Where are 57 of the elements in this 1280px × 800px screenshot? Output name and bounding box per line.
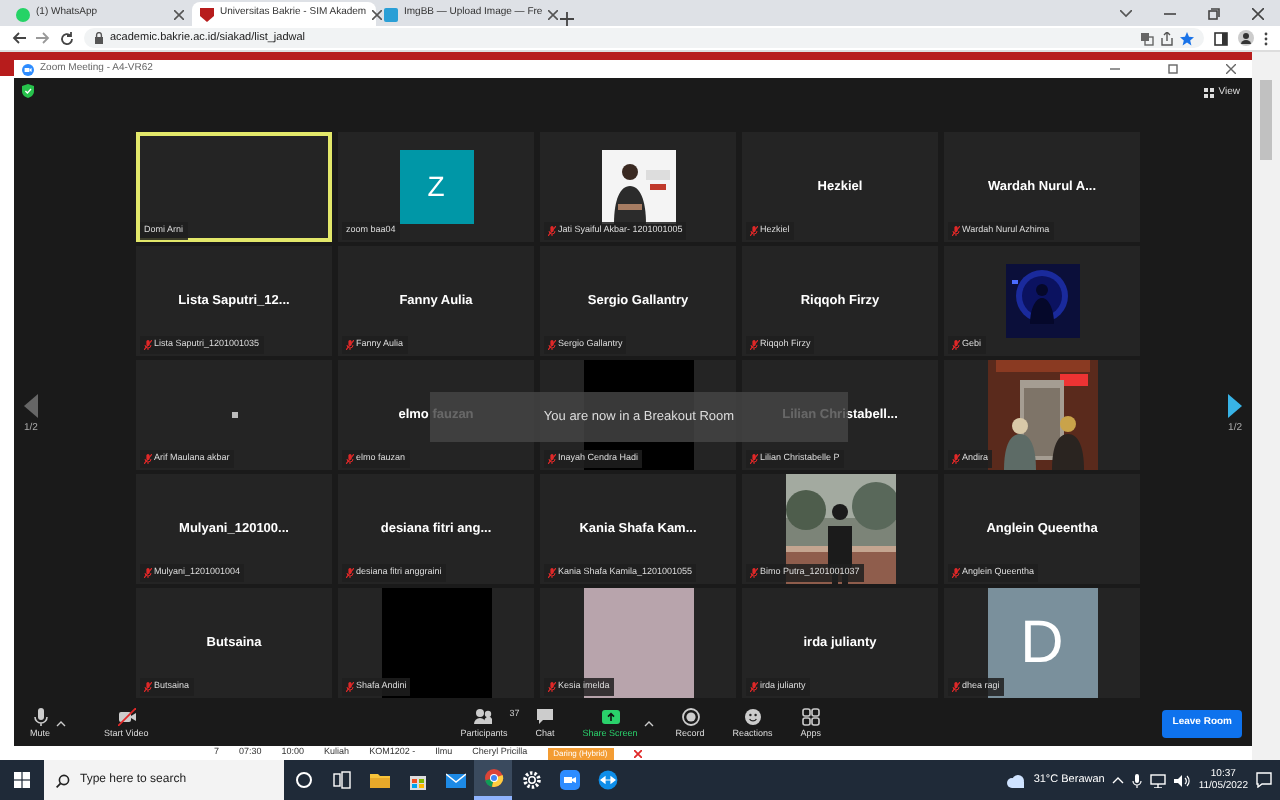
- chat-icon: [535, 707, 554, 726]
- taskbar-app[interactable]: [474, 760, 512, 800]
- share-icon[interactable]: [1160, 31, 1174, 45]
- next-page-arrow[interactable]: [1228, 393, 1242, 418]
- cross-icon: [633, 749, 642, 757]
- back-icon[interactable]: [12, 32, 26, 44]
- chat-bubble-icon: [16, 7, 30, 21]
- translate-icon[interactable]: [1140, 31, 1154, 45]
- scrollbar-thumb[interactable]: [1260, 80, 1272, 160]
- shield-icon: [200, 7, 214, 21]
- previous-page-arrow[interactable]: [24, 393, 38, 418]
- caret-up-icon[interactable]: [56, 720, 67, 728]
- cloud-icon: [1005, 773, 1026, 787]
- caret-up-icon[interactable]: [643, 720, 654, 728]
- avatar: Z: [399, 150, 473, 224]
- video-camera-icon: [559, 770, 579, 790]
- task-view-icon: [331, 770, 351, 790]
- browser-icon: [483, 768, 503, 788]
- star-icon[interactable]: [1180, 31, 1194, 45]
- close-icon[interactable]: [548, 9, 559, 19]
- record-icon: [681, 707, 700, 726]
- new-tab-icon[interactable]: [560, 12, 574, 26]
- share-screen-icon: [601, 707, 619, 726]
- close-icon[interactable]: [1252, 8, 1264, 20]
- search-icon: [56, 773, 70, 787]
- mail-icon: [445, 770, 465, 790]
- people-icon: [474, 707, 493, 726]
- grid-icon: [1204, 88, 1215, 99]
- windows-logo-icon: [14, 772, 30, 788]
- shield-icon: [22, 84, 34, 98]
- microphone-icon[interactable]: [1132, 773, 1143, 787]
- smiley-icon: [743, 707, 762, 726]
- shopping-bag-icon: [407, 770, 427, 790]
- sidebar-icon[interactable]: [1214, 31, 1228, 45]
- circle-icon: [293, 770, 313, 790]
- settings-icon: [521, 770, 541, 790]
- apps-icon: [801, 707, 820, 726]
- arrows-circle-icon: [597, 770, 617, 790]
- minimize-icon[interactable]: [1110, 64, 1120, 74]
- image-icon: [384, 7, 398, 21]
- restore-icon[interactable]: [1208, 8, 1220, 20]
- close-icon[interactable]: [372, 9, 383, 19]
- speaker-icon[interactable]: [1174, 773, 1191, 787]
- square-icon: [231, 412, 237, 418]
- close-icon[interactable]: [1226, 64, 1236, 74]
- forward-icon[interactable]: [36, 32, 50, 44]
- minimize-icon[interactable]: [1164, 8, 1176, 20]
- close-icon[interactable]: [174, 9, 184, 19]
- maximize-icon[interactable]: [1168, 64, 1178, 74]
- profile-icon[interactable]: [1238, 30, 1254, 46]
- lock-icon: [94, 32, 104, 44]
- notification-icon[interactable]: [1256, 772, 1272, 788]
- camera-off-icon: [117, 707, 136, 726]
- reload-icon[interactable]: [60, 31, 74, 45]
- microphone-icon: [31, 707, 49, 726]
- chevron-down-icon[interactable]: [1120, 10, 1132, 18]
- folder-icon: [369, 770, 389, 790]
